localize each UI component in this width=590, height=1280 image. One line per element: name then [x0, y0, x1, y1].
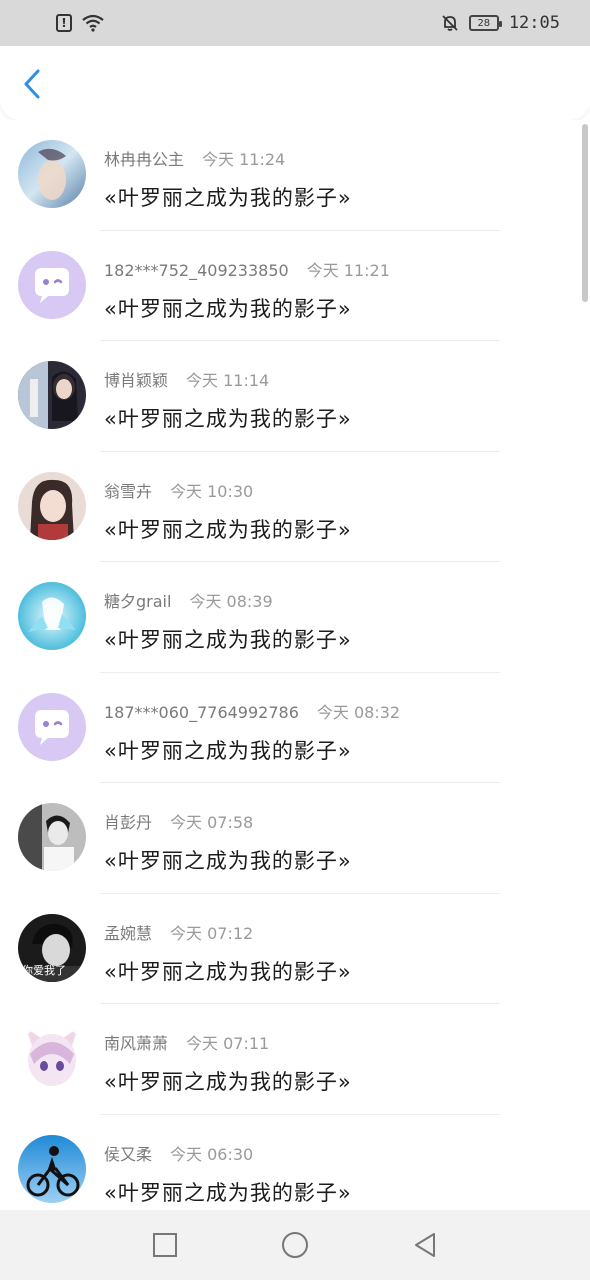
username[interactable]: 孟婉慧 — [104, 920, 152, 944]
list-item[interactable]: 侯又柔 今天 06:30 «叶罗丽之成为我的影子» — [0, 1115, 590, 1211]
timestamp: 今天 08:39 — [189, 592, 273, 611]
meta-line: 博肖颖颖 今天 11:14 — [104, 367, 352, 391]
list-item[interactable]: 肖彭丹 今天 07:58 «叶罗丽之成为我的影子» — [0, 783, 590, 894]
meta-line: 侯又柔 今天 06:30 — [104, 1141, 352, 1165]
timestamp: 今天 10:30 — [170, 481, 254, 501]
meta-line: 182***752_409233850 今天 11:21 — [104, 257, 390, 281]
meta-line: 翁雪卉 今天 10:30 — [104, 478, 352, 502]
list-item[interactable]: 南风萧萧 今天 07:11 «叶罗丽之成为我的影子» — [0, 1004, 590, 1115]
username[interactable]: 林冉冉公主 — [104, 146, 184, 170]
avatar[interactable] — [18, 692, 86, 761]
comment-text: «叶罗丽之成为我的影子» — [104, 296, 352, 321]
avatar-caption: 你爱我了 — [22, 963, 66, 977]
avatar[interactable] — [18, 1024, 86, 1092]
battery-icon: 28 — [468, 15, 502, 31]
comment-text: «叶罗丽之成为我的影子» — [104, 407, 352, 431]
bell-off-icon — [441, 14, 459, 32]
username[interactable]: 南风萧萧 — [104, 1030, 168, 1054]
list-item[interactable]: 林冉冉公主 今天 11:24 «叶罗丽之成为我的影子» — [0, 120, 590, 231]
username[interactable]: 博肖颖颖 — [104, 367, 168, 391]
comment-text: «叶罗丽之成为我的影子» — [104, 628, 352, 652]
comment-text: «叶罗丽之成为我的影子» — [104, 1180, 352, 1205]
list-item[interactable]: 翁雪卉 今天 10:30 «叶罗丽之成为我的影子» — [0, 452, 590, 563]
chevron-left-icon — [24, 69, 40, 99]
list-item[interactable]: 你爱我了 孟婉慧 今天 07:12 «叶罗丽之成为我的影子» — [0, 894, 590, 1005]
username[interactable]: 翁雪卉 — [104, 478, 152, 502]
list-item[interactable]: 187***060_7764992786 今天 08:32 «叶罗丽之成为我的影… — [0, 673, 590, 784]
meta-line: 肖彭丹 今天 07:58 — [104, 809, 352, 833]
item-content: 187***060_7764992786 今天 08:32 «叶罗丽之成为我的影… — [104, 693, 400, 765]
comment-text: «叶罗丽之成为我的影子» — [104, 849, 352, 873]
avatar[interactable] — [18, 140, 86, 208]
back-icon — [415, 1233, 435, 1257]
item-content: 侯又柔 今天 06:30 «叶罗丽之成为我的影子» — [104, 1135, 352, 1207]
meta-line: 187***060_7764992786 今天 08:32 — [104, 699, 400, 723]
meta-line: 南风萧萧 今天 07:11 — [104, 1030, 352, 1054]
username[interactable]: 182***752_409233850 — [104, 261, 289, 280]
item-content: 博肖颖颖 今天 11:14 «叶罗丽之成为我的影子» — [104, 361, 352, 433]
list-item[interactable]: 182***752_409233850 今天 11:21 «叶罗丽之成为我的影子… — [0, 231, 590, 342]
comment-text: «叶罗丽之成为我的影子» — [104, 517, 352, 542]
battery-level: 28 — [477, 17, 491, 29]
item-content: 孟婉慧 今天 07:12 «叶罗丽之成为我的影子» — [104, 914, 352, 986]
item-content: 糖夕grail 今天 08:39 «叶罗丽之成为我的影子» — [104, 582, 352, 654]
item-content: 南风萧萧 今天 07:11 «叶罗丽之成为我的影子» — [104, 1024, 352, 1096]
comment-list[interactable]: 林冉冉公主 今天 11:24 «叶罗丽之成为我的影子» 182***752_40… — [0, 120, 590, 1210]
item-content: 182***752_409233850 今天 11:21 «叶罗丽之成为我的影子… — [104, 251, 390, 323]
timestamp: 今天 07:11 — [186, 1034, 270, 1053]
item-content: 肖彭丹 今天 07:58 «叶罗丽之成为我的影子» — [104, 803, 352, 875]
avatar[interactable] — [18, 1134, 86, 1203]
system-nav-bar — [0, 1210, 590, 1280]
app-header — [0, 46, 590, 120]
timestamp: 今天 11:21 — [306, 260, 390, 280]
meta-line: 糖夕grail 今天 08:39 — [104, 588, 352, 612]
status-bar: ! 28 12:05 — [0, 0, 590, 46]
username[interactable]: 侯又柔 — [104, 1141, 152, 1165]
comment-text: «叶罗丽之成为我的影子» — [104, 738, 352, 763]
avatar[interactable] — [18, 361, 86, 429]
status-time: 12:05 — [508, 13, 560, 33]
username[interactable]: 187***060_7764992786 — [104, 703, 299, 722]
list-item[interactable]: 博肖颖颖 今天 11:14 «叶罗丽之成为我的影子» — [0, 341, 590, 452]
alert-icon: ! — [56, 14, 72, 32]
meta-line: 孟婉慧 今天 07:12 — [104, 920, 352, 944]
username[interactable]: 肖彭丹 — [104, 809, 152, 833]
recent-apps-button[interactable] — [150, 1230, 180, 1260]
home-button[interactable] — [280, 1230, 310, 1260]
wifi-icon — [82, 14, 104, 32]
username[interactable]: 糖夕grail — [104, 588, 171, 612]
timestamp: 今天 06:30 — [170, 1144, 254, 1164]
home-icon — [282, 1232, 308, 1258]
recent-apps-icon — [153, 1233, 177, 1257]
timestamp: 今天 07:12 — [170, 923, 254, 943]
timestamp: 今天 08:32 — [316, 702, 401, 722]
meta-line: 林冉冉公主 今天 11:24 — [104, 146, 352, 170]
nav-back-button[interactable] — [410, 1230, 440, 1260]
comment-text: «叶罗丽之成为我的影子» — [104, 1070, 352, 1094]
timestamp: 今天 07:58 — [170, 813, 254, 832]
status-right: 28 12:05 — [441, 13, 560, 33]
status-left: ! — [56, 14, 104, 32]
avatar[interactable] — [18, 471, 86, 540]
timestamp: 今天 11:14 — [186, 371, 270, 390]
comment-text: «叶罗丽之成为我的影子» — [104, 186, 352, 210]
item-content: 林冉冉公主 今天 11:24 «叶罗丽之成为我的影子» — [104, 140, 352, 212]
avatar[interactable] — [18, 582, 86, 650]
item-content: 翁雪卉 今天 10:30 «叶罗丽之成为我的影子» — [104, 472, 352, 544]
list-item[interactable]: 糖夕grail 今天 08:39 «叶罗丽之成为我的影子» — [0, 562, 590, 673]
timestamp: 今天 11:24 — [202, 150, 286, 169]
avatar[interactable] — [18, 803, 86, 871]
back-button[interactable] — [18, 68, 48, 100]
comment-text: «叶罗丽之成为我的影子» — [104, 959, 352, 984]
avatar[interactable] — [18, 250, 86, 319]
avatar[interactable]: 你爱我了 — [18, 913, 86, 982]
